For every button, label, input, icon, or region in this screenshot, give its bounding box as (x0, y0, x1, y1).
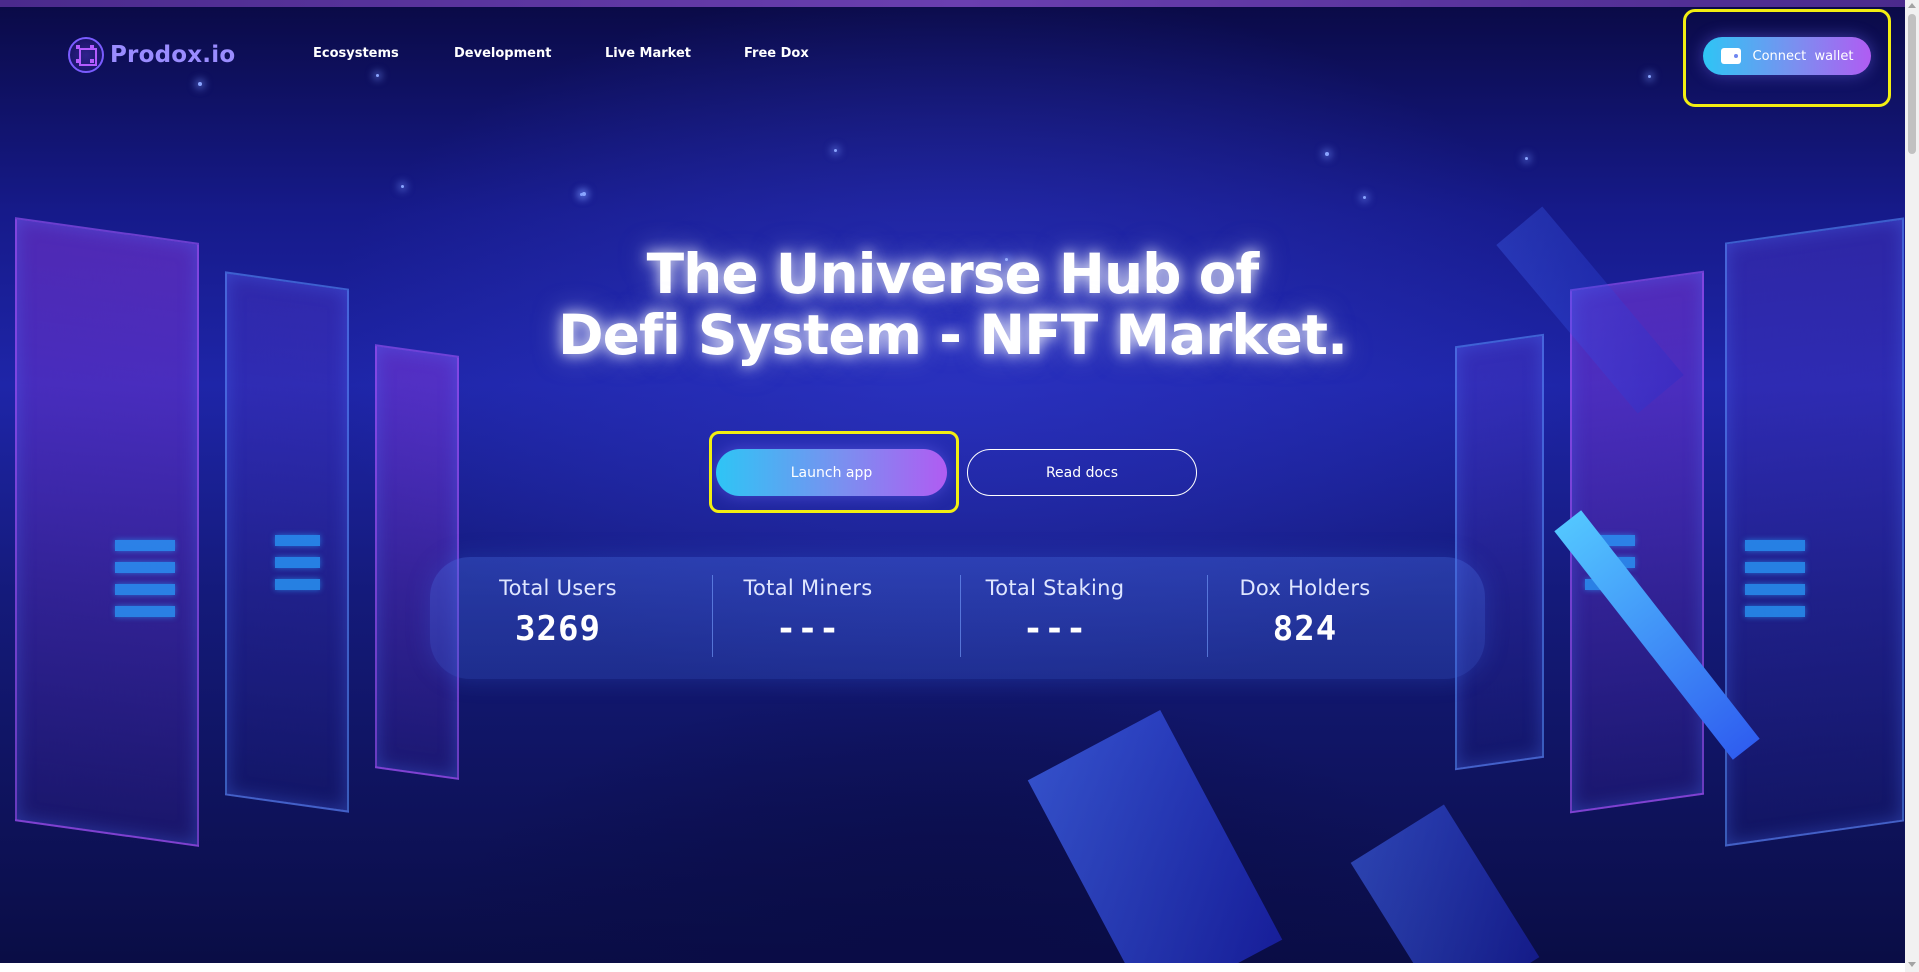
connect-wallet-label: Connect wallet (1752, 48, 1854, 64)
cube-decoration (1027, 710, 1283, 963)
scroll-up-arrow-icon[interactable] (1908, 3, 1916, 8)
stat-label: Dox Holders (1239, 576, 1371, 600)
launch-app-button[interactable]: Launch app (716, 449, 947, 496)
star-decoration (1525, 157, 1528, 160)
page: Prodox.io Ecosystems Development Live Ma… (0, 0, 1919, 972)
wallet-icon (1720, 48, 1741, 64)
bottom-strip (0, 963, 1905, 972)
stat-dox-holders: Dox Holders 824 (1185, 557, 1425, 679)
star-decoration (1363, 196, 1366, 199)
connect-wallet-button[interactable]: Connect wallet (1703, 37, 1871, 75)
stat-value: --- (1022, 609, 1088, 649)
stat-value: 824 (1272, 609, 1338, 649)
star-decoration (834, 149, 837, 152)
stat-total-users: Total Users 3269 (438, 557, 678, 679)
stat-total-miners: Total Miners --- (688, 557, 928, 679)
read-docs-button[interactable]: Read docs (967, 449, 1197, 496)
stat-label: Total Staking (985, 576, 1125, 600)
star-decoration (401, 185, 404, 188)
cube-decoration (1554, 510, 1760, 760)
logo[interactable]: Prodox.io (68, 36, 235, 74)
star-decoration (376, 74, 379, 77)
stat-value: --- (775, 609, 841, 649)
star-decoration (582, 192, 586, 196)
hero-title-line-2: Defi System - NFT Market. (558, 303, 1348, 367)
brand-name: Prodox.io (110, 42, 236, 68)
star-decoration (1648, 75, 1651, 78)
stat-label: Total Miners (743, 576, 873, 600)
nav-link-ecosystems[interactable]: Ecosystems (313, 46, 399, 61)
hero-section: Prodox.io Ecosystems Development Live Ma… (0, 0, 1905, 963)
stat-total-staking: Total Staking --- (935, 557, 1175, 679)
top-strip (0, 0, 1919, 7)
hero-title-line-1: The Universe Hub of (646, 242, 1260, 306)
nav-link-live-market[interactable]: Live Market (605, 46, 691, 61)
star-decoration (198, 82, 202, 86)
star-decoration (1325, 152, 1329, 156)
scrollbar-thumb[interactable] (1908, 14, 1916, 154)
scrollbar[interactable] (1905, 0, 1919, 972)
cube-decoration (1350, 804, 1540, 963)
nav-link-free-dox[interactable]: Free Dox (744, 46, 809, 61)
prodox-logo-icon (68, 37, 104, 73)
scroll-down-arrow-icon[interactable] (1908, 962, 1916, 967)
hero-title: The Universe Hub of Defi System - NFT Ma… (0, 244, 1905, 366)
stat-value: 3269 (515, 609, 601, 649)
stats-panel: Total Users 3269 Total Miners --- Total … (430, 557, 1485, 679)
nav-link-development[interactable]: Development (454, 46, 551, 61)
stat-label: Total Users (499, 576, 617, 600)
